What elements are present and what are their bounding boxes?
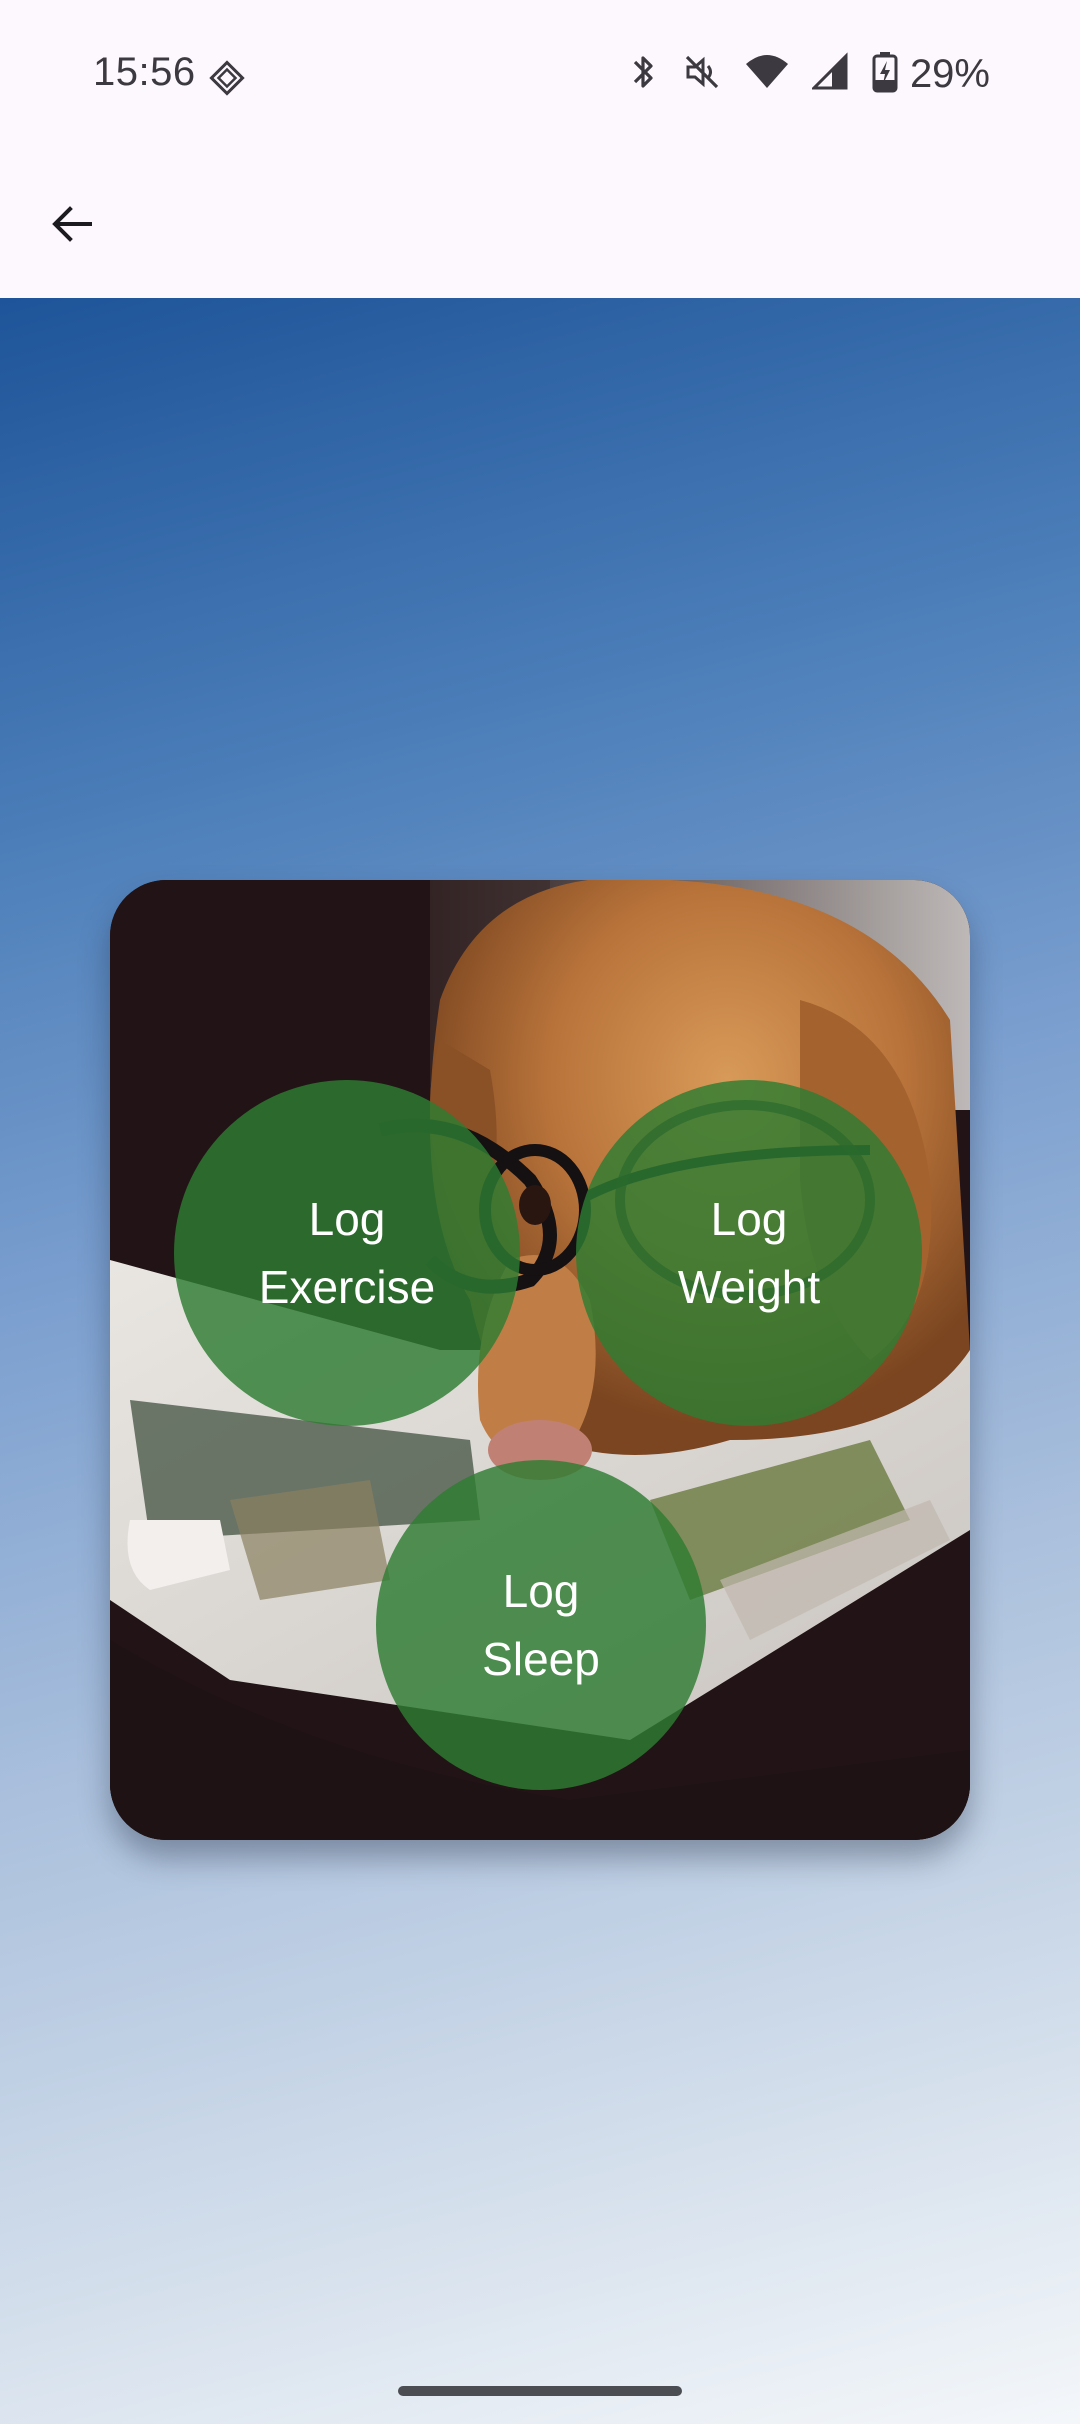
screen: 15:56 29% Log Exercise Log Weight Log Sl… [0, 0, 1080, 2424]
log-weight-button[interactable]: Log Weight [576, 1080, 922, 1426]
bluetooth-icon [626, 52, 660, 97]
log-exercise-line2: Exercise [258, 1261, 436, 1313]
log-sleep-line1: Log [502, 1565, 580, 1617]
photo-card: Log Exercise Log Weight Log Sleep [110, 880, 970, 1840]
log-exercise-button[interactable]: Log Exercise [174, 1080, 520, 1426]
signal-icon [810, 51, 850, 97]
mute-icon [682, 52, 722, 97]
diamond-icon [209, 60, 245, 96]
log-sleep-label: Log Sleep [376, 1557, 706, 1693]
battery-charging-icon [872, 51, 898, 98]
wifi-icon [744, 52, 790, 97]
log-weight-line1: Log [710, 1193, 788, 1245]
log-exercise-line1: Log [308, 1193, 386, 1245]
app-bar [0, 150, 1080, 298]
status-icons: 29% [626, 51, 990, 98]
log-weight-label: Log Weight [576, 1185, 922, 1321]
battery-percent: 29% [909, 51, 990, 96]
status-bar: 15:56 29% [0, 0, 1080, 150]
log-exercise-label: Log Exercise [174, 1185, 520, 1321]
back-arrow-icon [48, 200, 96, 253]
back-button[interactable] [32, 186, 112, 266]
gesture-nav-handle[interactable] [398, 2386, 682, 2396]
log-weight-line2: Weight [677, 1261, 821, 1313]
log-sleep-line2: Sleep [482, 1633, 600, 1685]
status-time: 15:56 [93, 50, 196, 94]
log-sleep-button[interactable]: Log Sleep [376, 1460, 706, 1790]
